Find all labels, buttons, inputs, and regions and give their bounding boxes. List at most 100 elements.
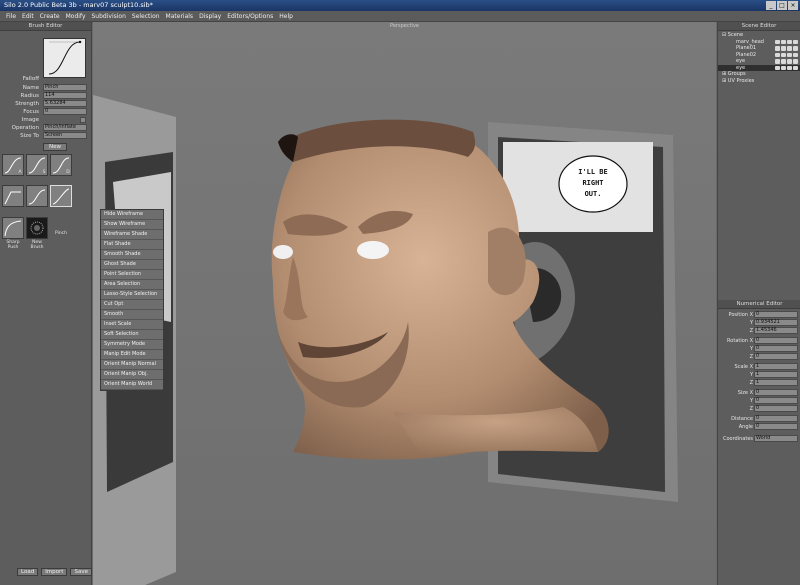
brush-flatten[interactable]: [2, 185, 24, 207]
strength-field[interactable]: 5.63284: [43, 100, 87, 107]
import-button[interactable]: Import: [41, 568, 68, 576]
menu-item-wireframe-shade[interactable]: Wireframe Shade: [101, 230, 163, 240]
size-x-field[interactable]: 0: [754, 389, 798, 396]
axis-z-label: Z: [749, 354, 753, 360]
operation-dropdown[interactable]: Pinch/Inflate: [43, 124, 87, 131]
left-eye: [273, 245, 293, 259]
axis-y-label: Y: [749, 346, 753, 352]
brush-new-brush-label: New Brush: [30, 240, 44, 250]
tree-uv-proxies[interactable]: ⊞ UV Proxies: [718, 78, 800, 85]
menu-item-soft-selection[interactable]: Soft Selection: [101, 330, 163, 340]
size-y-field[interactable]: 0: [754, 397, 798, 404]
visibility-icons[interactable]: [775, 59, 798, 64]
save-button[interactable]: Save: [70, 568, 92, 576]
name-label: Name: [22, 85, 39, 91]
perspective-viewport[interactable]: I'LL BE RIGHT OUT. Perspective Hide Wire…: [93, 22, 716, 585]
menu-subdivision[interactable]: Subdivision: [89, 11, 129, 22]
visibility-icons[interactable]: [775, 52, 798, 57]
position-x-field[interactable]: 0: [754, 311, 798, 318]
size-to-dropdown[interactable]: Screen: [43, 132, 87, 139]
menu-edit[interactable]: Edit: [19, 11, 37, 22]
brush-editor-title: Brush Editor: [0, 22, 91, 31]
coordinates-label: Coordinates: [722, 436, 753, 442]
scene-tree: ⊟ Scene marv_head Plane01 Plane02 eye ey…: [718, 32, 800, 84]
menu-item-manip-edit-mode[interactable]: Manip Edit Mode: [101, 350, 163, 360]
menu-modify[interactable]: Modify: [63, 11, 89, 22]
load-button[interactable]: Load: [17, 568, 39, 576]
menu-materials[interactable]: Materials: [163, 11, 197, 22]
position-z-field[interactable]: 1.45346: [754, 327, 798, 334]
menu-item-hide-wireframe[interactable]: Hide Wireframe: [101, 210, 163, 220]
scale-x-field[interactable]: 1: [754, 363, 798, 370]
angle-field[interactable]: 0: [754, 423, 798, 430]
falloff-curve-editor[interactable]: [43, 38, 86, 78]
menu-file[interactable]: File: [3, 11, 19, 22]
menu-item-area-selection[interactable]: Area Selection: [101, 280, 163, 290]
maximize-button[interactable]: □: [777, 1, 787, 10]
menu-item-inset-scale[interactable]: Inset Scale: [101, 320, 163, 330]
menu-selection[interactable]: Selection: [129, 11, 163, 22]
viewport-scene: I'LL BE RIGHT OUT.: [93, 22, 716, 585]
close-button[interactable]: ×: [788, 1, 798, 10]
distance-label: Distance: [731, 416, 753, 422]
menu-item-smooth-shade[interactable]: Smooth Shade: [101, 250, 163, 260]
display-context-menu: Hide Wireframe Show Wireframe Wireframe …: [100, 209, 164, 391]
image-checkbox[interactable]: [80, 117, 86, 123]
visibility-icons[interactable]: [775, 39, 798, 44]
menu-item-ghost-shade[interactable]: Ghost Shade: [101, 260, 163, 270]
viewport-label: Perspective: [390, 23, 419, 29]
visibility-icons[interactable]: [775, 65, 798, 70]
menu-item-show-wireframe[interactable]: Show Wireframe: [101, 220, 163, 230]
minimize-button[interactable]: _: [766, 1, 776, 10]
strength-label: Strength: [15, 101, 39, 107]
axis-y-label: Y: [749, 320, 753, 326]
operation-label: Operation: [11, 125, 39, 131]
rotation-z-field[interactable]: 0: [754, 353, 798, 360]
uv-proxies-label: UV Proxies: [727, 77, 755, 84]
size-z-field[interactable]: 0: [754, 405, 798, 412]
brush-pinch[interactable]: [50, 185, 72, 207]
axis-z-label: Z: [749, 328, 753, 334]
scale-z-field[interactable]: 1: [754, 379, 798, 386]
coordinates-dropdown[interactable]: World: [754, 435, 798, 442]
menu-item-cut-opt[interactable]: Cut Opt: [101, 300, 163, 310]
menu-item-lasso-selection[interactable]: Lasso-Style Selection: [101, 290, 163, 300]
brush-sharp-push[interactable]: [2, 217, 24, 239]
menu-editors-options[interactable]: Editors/Options: [224, 11, 276, 22]
rotation-x-field[interactable]: 0: [754, 337, 798, 344]
axis-x-label: X: [749, 390, 753, 396]
speech-bubble-line3: OUT.: [585, 190, 602, 198]
axis-z-label: Z: [749, 406, 753, 412]
scale-y-field[interactable]: 1: [754, 371, 798, 378]
visibility-icons[interactable]: [775, 46, 798, 51]
menu-item-point-selection[interactable]: Point Selection: [101, 270, 163, 280]
menu-display[interactable]: Display: [196, 11, 224, 22]
menu-item-orient-manip-obj[interactable]: Orient Manip Obj.: [101, 370, 163, 380]
menu-help[interactable]: Help: [276, 11, 296, 22]
angle-label: Angle: [738, 424, 753, 430]
menu-item-symmetry-mode[interactable]: Symmetry Mode: [101, 340, 163, 350]
menu-create[interactable]: Create: [37, 11, 63, 22]
menu-item-orient-manip-world[interactable]: Orient Manip World: [101, 380, 163, 390]
position-y-field[interactable]: 0.934521: [754, 319, 798, 326]
name-field[interactable]: Pinch: [43, 84, 87, 91]
distance-field[interactable]: 0: [754, 415, 798, 422]
object-label: Plane02: [736, 51, 757, 58]
menu-item-flat-shade[interactable]: Flat Shade: [101, 240, 163, 250]
radius-field[interactable]: 114: [43, 92, 87, 99]
new-brush-button[interactable]: New: [43, 143, 67, 151]
brush-smudge[interactable]: [26, 185, 48, 207]
position-label: Position: [728, 312, 748, 318]
scene-label: Scene: [727, 32, 744, 38]
object-label: marv_head: [736, 38, 764, 45]
brush-editor-panel: Brush Editor Falloff Name Pinch Radius 114…: [0, 22, 92, 585]
brush-sharp-push-label: Sharp Push: [6, 240, 20, 250]
menu-item-orient-manip-normal[interactable]: Orient Manip Normal: [101, 360, 163, 370]
brush-new-brush[interactable]: [26, 217, 48, 239]
menu-item-smooth[interactable]: Smooth: [101, 310, 163, 320]
rotation-y-field[interactable]: 0: [754, 345, 798, 352]
object-label: eye: [736, 58, 746, 64]
focus-field[interactable]: 0: [43, 108, 87, 115]
right-eye: [357, 241, 389, 259]
numerical-editor-title: Numerical Editor: [718, 300, 800, 309]
